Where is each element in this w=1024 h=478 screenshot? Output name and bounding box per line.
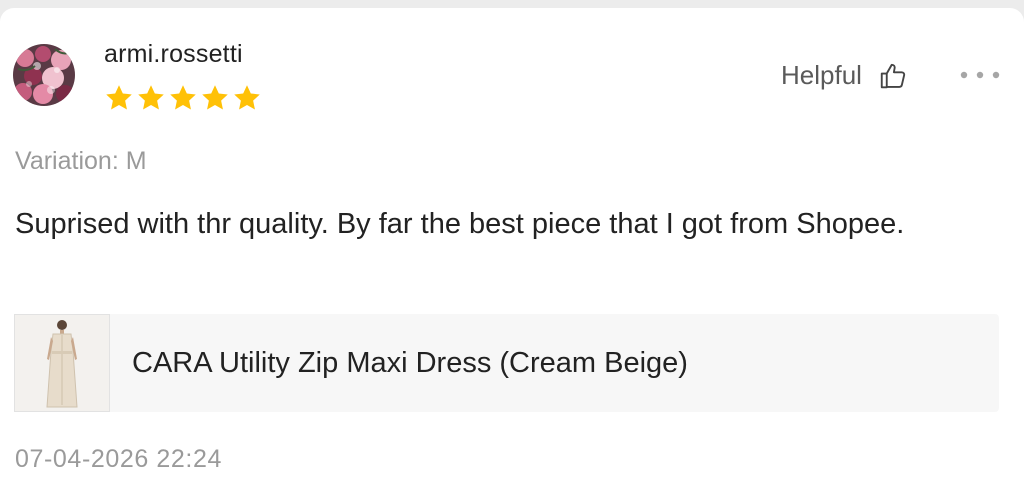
star-icon (202, 85, 228, 110)
product-link[interactable]: CARA Utility Zip Maxi Dress (Cream Beige… (14, 314, 999, 412)
avatar-floral-image (13, 44, 75, 106)
review-text: Suprised with thr quality. By far the be… (15, 208, 905, 240)
more-options-icon[interactable] (958, 65, 1002, 85)
star-icon (138, 85, 164, 110)
star-rating (104, 83, 262, 113)
star-icon (106, 85, 132, 110)
product-thumbnail (14, 314, 110, 412)
product-image (15, 315, 109, 411)
reviewer-username[interactable]: armi.rossetti (104, 40, 243, 69)
thumbs-up-icon (880, 63, 906, 88)
helpful-button[interactable]: Helpful (781, 60, 908, 91)
review-card: armi.rossetti Helpful Variation: M Supri… (0, 8, 1024, 478)
review-timestamp: 07-04-2026 22:24 (15, 445, 222, 473)
star-icon (170, 85, 196, 110)
product-name: CARA Utility Zip Maxi Dress (Cream Beige… (132, 346, 688, 379)
avatar[interactable] (13, 44, 75, 106)
helpful-label: Helpful (781, 60, 862, 90)
star-icon (234, 85, 260, 110)
variation-label: Variation: M (15, 147, 147, 175)
